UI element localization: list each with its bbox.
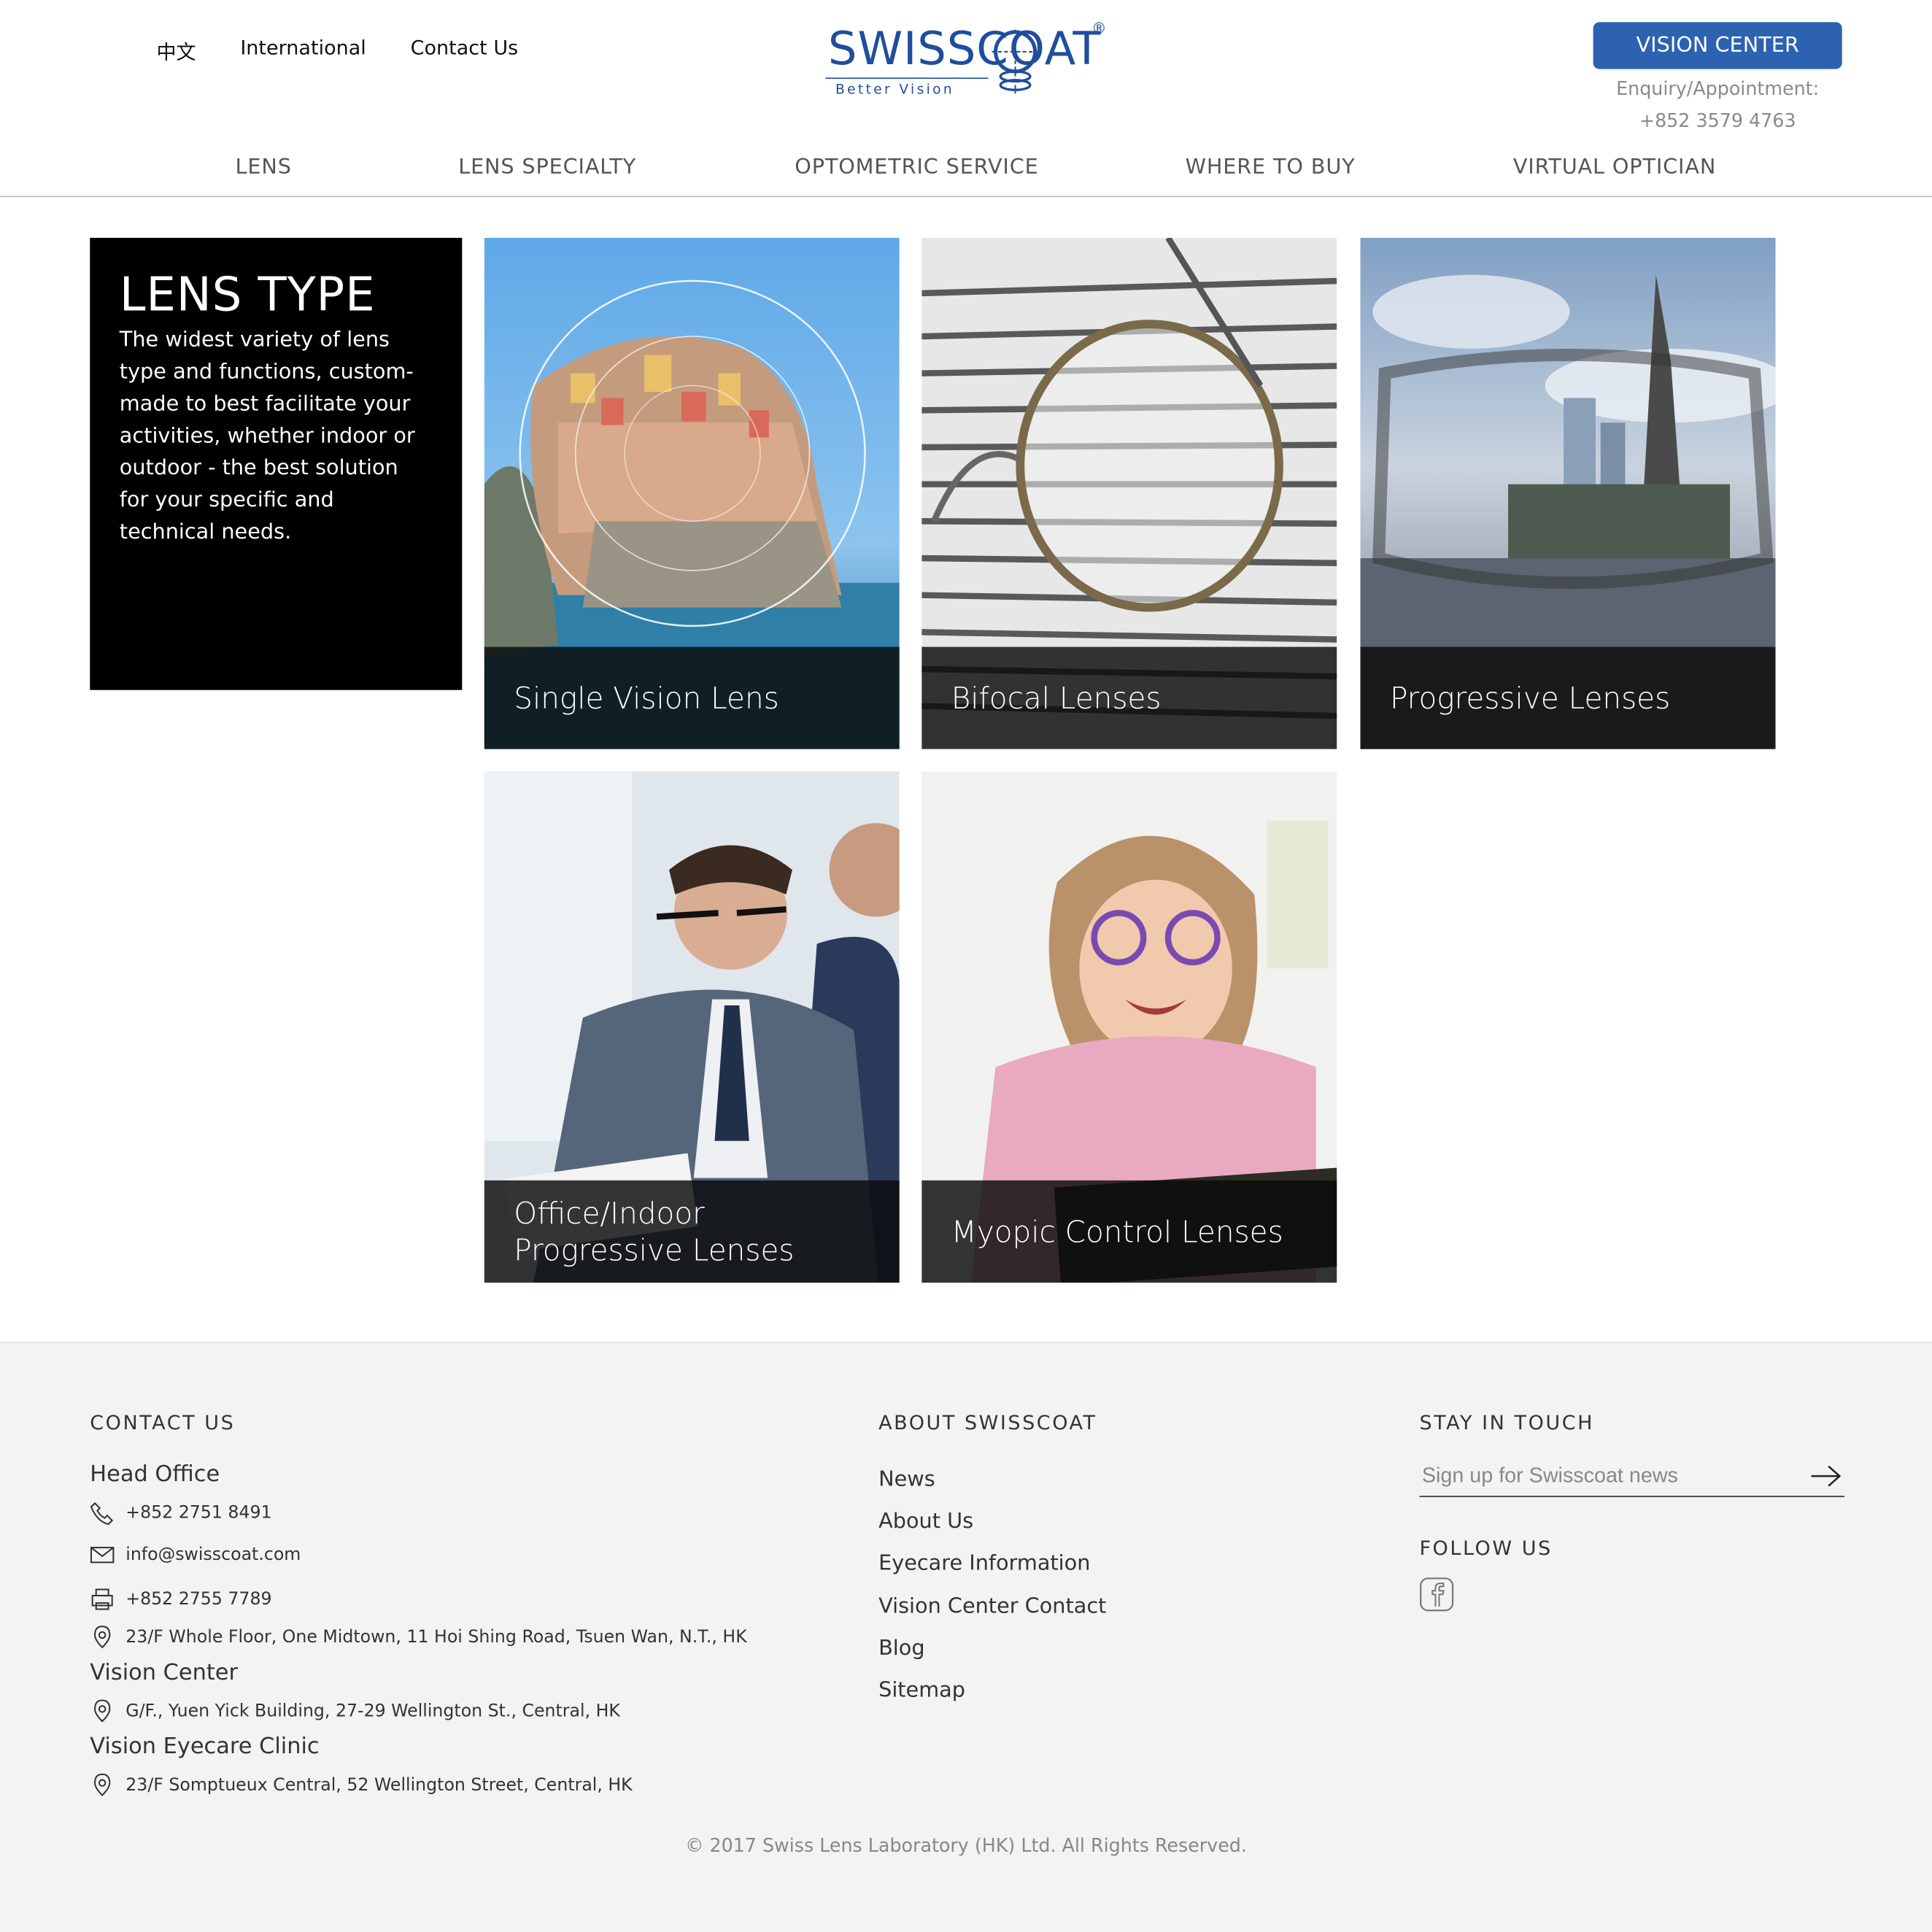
address-text: G/F., Yuen Yick Building, 27-29 Wellingt… (125, 1701, 620, 1722)
about-heading: ABOUT SWISSCOAT (878, 1410, 1097, 1434)
tile-label: Office/Indoor Progressive Lenses (484, 1180, 900, 1283)
address-text: 23/F Somptueux Central, 52 Wellington St… (125, 1775, 633, 1796)
phone-icon (90, 1501, 115, 1526)
tile-single-vision-lens[interactable]: Single Vision Lens (484, 237, 900, 749)
logo-registered-mark: ® (1091, 20, 1107, 37)
tile-label: Single Vision Lens (484, 646, 900, 749)
tile-label: Myopic Control Lenses (921, 1180, 1337, 1283)
header: 中文 International Contact Us SWISSCOAT ® … (0, 0, 1932, 198)
follow-us-heading: FOLLOW US (1419, 1536, 1553, 1560)
swisscoat-logo[interactable]: SWISSCOAT ® Better Vision (823, 20, 1118, 101)
tile-progressive-lenses[interactable]: Progressive Lenses (1360, 237, 1776, 749)
page-title: LENS TYPE (119, 267, 376, 322)
tile-office-indoor-progressive-lenses[interactable]: Office/Indoor Progressive Lenses (484, 771, 900, 1283)
lens-type-intro: LENS TYPE The widest variety of lens typ… (90, 237, 463, 690)
contact-fax: +852 2755 7789 (90, 1587, 272, 1612)
vision-center-label: Vision Center (90, 1659, 238, 1686)
footer-link-blog[interactable]: Blog (878, 1637, 924, 1661)
fax-icon (90, 1587, 115, 1612)
phone-number: +852 2751 8491 (125, 1503, 272, 1523)
newsletter-email-input[interactable] (1419, 1456, 1790, 1496)
nav-virtual-optician[interactable]: VIRTUAL OPTICIAN (1513, 155, 1716, 180)
vision-center-button[interactable]: VISION CENTER (1593, 22, 1842, 69)
tile-label: Progressive Lenses (1360, 646, 1776, 749)
intro-text: The widest variety of lens type and func… (119, 328, 415, 545)
stay-in-touch-heading: STAY IN TOUCH (1419, 1410, 1594, 1434)
top-links: 中文 International Contact Us (156, 36, 518, 66)
facebook-icon[interactable] (1419, 1577, 1454, 1612)
enquiry-phone[interactable]: +852 3579 4763 (1593, 105, 1842, 137)
location-pin-icon (90, 1626, 115, 1650)
footer-link-news[interactable]: News (878, 1467, 935, 1492)
copyright: © 2017 Swiss Lens Laboratory (HK) Ltd. A… (685, 1834, 1247, 1857)
footer-link-about-us[interactable]: About Us (878, 1510, 973, 1534)
contact-email[interactable]: info@swisscoat.com (90, 1542, 301, 1567)
address-text: 23/F Whole Floor, One Midtown, 11 Hoi Sh… (125, 1627, 747, 1647)
language-chinese-link[interactable]: 中文 (156, 36, 196, 66)
arrow-right-icon[interactable] (1810, 1464, 1842, 1488)
head-office-address: 23/F Whole Floor, One Midtown, 11 Hoi Sh… (90, 1626, 747, 1650)
email-address: info@swisscoat.com (125, 1545, 301, 1565)
logo-wordmark: SWISSCOAT (827, 22, 1102, 76)
contact-us-heading: CONTACT US (90, 1410, 236, 1434)
enquiry-label: Enquiry/Appointment: (1616, 77, 1820, 100)
footer-link-eyecare-information[interactable]: Eyecare Information (878, 1551, 1090, 1576)
head-office-label: Head Office (90, 1461, 220, 1488)
footer-link-vision-center-contact[interactable]: Vision Center Contact (878, 1594, 1106, 1619)
international-link[interactable]: International (240, 36, 366, 66)
vision-center-address: G/F., Yuen Yick Building, 27-29 Wellingt… (90, 1699, 620, 1724)
newsletter-signup (1419, 1456, 1845, 1497)
logo-underline (825, 77, 989, 80)
clinic-label: Vision Eyecare Clinic (90, 1734, 320, 1760)
tile-label: Bifocal Lenses (921, 646, 1337, 749)
tile-bifocal-lenses[interactable]: Bifocal Lenses (921, 237, 1337, 749)
logo-lens-emblem-icon (992, 29, 1039, 94)
location-pin-icon (90, 1773, 115, 1798)
tile-myopic-control-lenses[interactable]: Myopic Control Lenses (921, 771, 1337, 1283)
contact-us-link[interactable]: Contact Us (411, 36, 519, 66)
nav-where-to-buy[interactable]: WHERE TO BUY (1186, 155, 1356, 180)
clinic-address: 23/F Somptueux Central, 52 Wellington St… (90, 1773, 633, 1798)
nav-lens-specialty[interactable]: LENS SPECIALTY (458, 155, 636, 180)
location-pin-icon (90, 1699, 115, 1724)
contact-phone[interactable]: +852 2751 8491 (90, 1501, 272, 1526)
fax-number: +852 2755 7789 (125, 1589, 272, 1610)
footer-link-sitemap[interactable]: Sitemap (878, 1678, 965, 1703)
nav-lens[interactable]: LENS (236, 155, 292, 180)
nav-optometric-service[interactable]: OPTOMETRIC SERVICE (795, 155, 1038, 180)
logo-tagline: Better Vision (835, 81, 955, 98)
enquiry-info: Enquiry/Appointment: +852 3579 4763 (1593, 73, 1842, 137)
mail-icon (90, 1542, 115, 1567)
